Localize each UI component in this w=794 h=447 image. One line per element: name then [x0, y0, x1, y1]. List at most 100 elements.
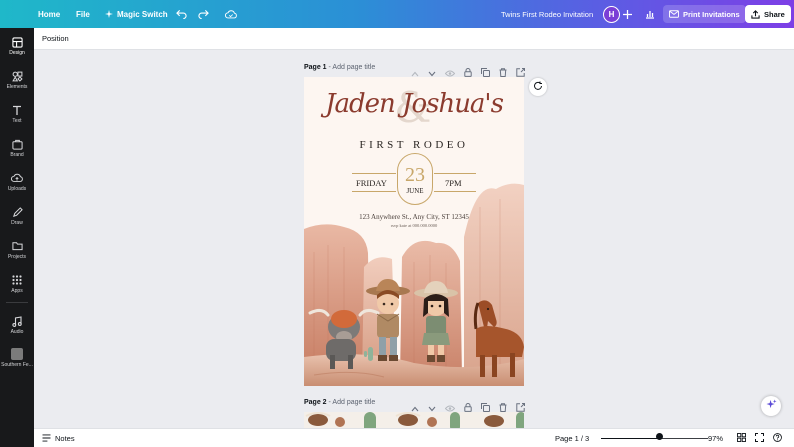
invite-day-number[interactable]: 23 — [397, 164, 433, 187]
insights-button[interactable] — [645, 0, 655, 28]
page-2-header: Page 2 - Add page title — [304, 399, 376, 406]
rail-label-design: Design — [9, 50, 25, 56]
bar-chart-icon — [645, 9, 655, 19]
help-icon — [773, 433, 782, 444]
rail-label-apps: Apps — [11, 288, 23, 294]
fullscreen-icon — [755, 433, 764, 444]
rail-item-brand[interactable]: Brand — [0, 138, 34, 158]
divider-line — [352, 173, 396, 174]
refresh-comment-icon — [533, 78, 543, 96]
user-avatar[interactable]: H — [603, 0, 620, 28]
template-thumbnail — [11, 348, 23, 360]
plus-icon — [623, 9, 632, 19]
invite-names[interactable]: Jaden Joshua's — [304, 89, 524, 119]
rail-item-design[interactable]: Design — [0, 36, 34, 56]
rail-label-uploads: Uploads — [7, 186, 27, 192]
rail-divider — [6, 302, 28, 303]
print-invitations-pill: Print Invitations — [663, 5, 746, 23]
print-invitations-label: Print Invitations — [683, 9, 740, 19]
document-title-text: Twins First Rodeo Invitation — [501, 9, 594, 19]
zoom-slider-fill — [601, 438, 660, 439]
draw-icon — [12, 206, 23, 218]
invite-address[interactable]: 123 Anywhere St., Any City, ST 12345 — [304, 213, 524, 221]
rail-label-elements: Elements — [6, 84, 28, 90]
magic-switch-label: Magic Switch — [117, 9, 168, 19]
home-button[interactable]: Home — [38, 0, 60, 28]
brand-icon — [11, 138, 23, 150]
uploads-icon — [11, 172, 23, 184]
redo-button[interactable] — [198, 0, 209, 28]
rail-label-audio: Audio — [10, 329, 24, 335]
share-upload-icon — [751, 9, 760, 19]
position-button[interactable]: Position — [42, 34, 69, 43]
page-1-title-input[interactable]: Add page title — [332, 64, 375, 71]
invite-rsvp[interactable]: rsvp kate at 000.000.0000 — [304, 223, 524, 228]
design-icon — [11, 36, 23, 48]
bottom-status-bar: Notes Page 1 / 3 97% — [34, 428, 794, 447]
page-1-canvas[interactable]: & Jaden Joshua's FIRST RODEO FRIDAY 23 J… — [304, 77, 524, 386]
notes-button[interactable]: Notes — [42, 429, 75, 447]
divider-line — [352, 191, 396, 192]
rail-item-audio[interactable]: Audio — [0, 315, 34, 335]
page-indicator-button[interactable]: Page 1 / 3 — [555, 429, 589, 447]
home-label: Home — [38, 9, 61, 19]
rail-item-projects[interactable]: Projects — [0, 240, 34, 260]
share-label: Share — [764, 9, 785, 19]
invite-event-title[interactable]: FIRST RODEO — [304, 139, 524, 151]
invite-day-name[interactable]: FRIDAY — [356, 178, 387, 188]
top-toolbar: Home File Magic Switch Twins First Rodeo… — [0, 0, 794, 28]
undo-button[interactable] — [176, 0, 187, 28]
page-refresh-button[interactable] — [529, 78, 547, 96]
grid-view-button[interactable] — [737, 429, 746, 447]
divider-line — [434, 173, 476, 174]
fullscreen-button[interactable] — [755, 429, 764, 447]
cloud-save-status[interactable] — [225, 0, 237, 28]
print-invitations-button[interactable]: Print Invitations — [663, 0, 746, 28]
zoom-level-button[interactable]: 97% — [708, 429, 723, 447]
rail-label-southern: Southern Fe... — [1, 362, 33, 368]
undo-icon — [176, 9, 187, 19]
cloud-check-icon — [225, 9, 237, 19]
apps-icon — [12, 274, 22, 286]
audio-icon — [12, 315, 22, 327]
page-1-header: Page 1 - Add page title — [304, 64, 376, 71]
notes-icon — [42, 433, 51, 444]
rail-item-text[interactable]: Text — [0, 104, 34, 124]
sparkle-icon — [105, 10, 113, 18]
elements-icon — [11, 70, 23, 82]
divider-line — [434, 191, 476, 192]
page-indicator-text: Page 1 / 3 — [555, 434, 590, 443]
envelope-icon — [669, 10, 679, 18]
rail-label-brand: Brand — [10, 152, 24, 158]
projects-icon — [11, 240, 23, 252]
rail-item-elements[interactable]: Elements — [0, 70, 34, 90]
help-button[interactable] — [773, 429, 782, 447]
page-2-label: Page 2 — [304, 399, 327, 406]
invite-month[interactable]: JUNE — [397, 187, 433, 195]
rail-item-draw[interactable]: Draw — [0, 206, 34, 226]
rail-item-uploads[interactable]: Uploads — [0, 172, 34, 192]
magic-switch-button[interactable]: Magic Switch — [105, 0, 168, 28]
redo-icon — [198, 9, 209, 19]
magic-assistant-button[interactable] — [761, 396, 781, 416]
page-2-title-input[interactable]: Add page title — [332, 399, 375, 406]
share-pill: Share — [745, 5, 791, 23]
grid-view-icon — [737, 433, 746, 444]
notes-label: Notes — [55, 434, 75, 443]
rail-item-southern-template[interactable]: Southern Fe... — [0, 348, 34, 368]
zoom-slider-track[interactable] — [601, 438, 708, 439]
document-title[interactable]: Twins First Rodeo Invitation — [501, 0, 593, 28]
text-icon — [12, 104, 22, 116]
rail-label-projects: Projects — [7, 254, 27, 260]
file-label: File — [76, 9, 90, 19]
avatar: H — [603, 5, 620, 23]
rail-item-apps[interactable]: Apps — [0, 274, 34, 294]
add-collaborator-button[interactable] — [623, 0, 632, 28]
sparkles-icon — [765, 397, 777, 415]
share-button[interactable]: Share — [745, 0, 791, 28]
context-toolbar: Position — [34, 28, 794, 50]
invite-time[interactable]: 7PM — [445, 178, 462, 188]
rail-label-text: Text — [12, 118, 22, 124]
file-menu-button[interactable]: File — [76, 0, 90, 28]
zoom-level-text: 97% — [708, 434, 724, 443]
